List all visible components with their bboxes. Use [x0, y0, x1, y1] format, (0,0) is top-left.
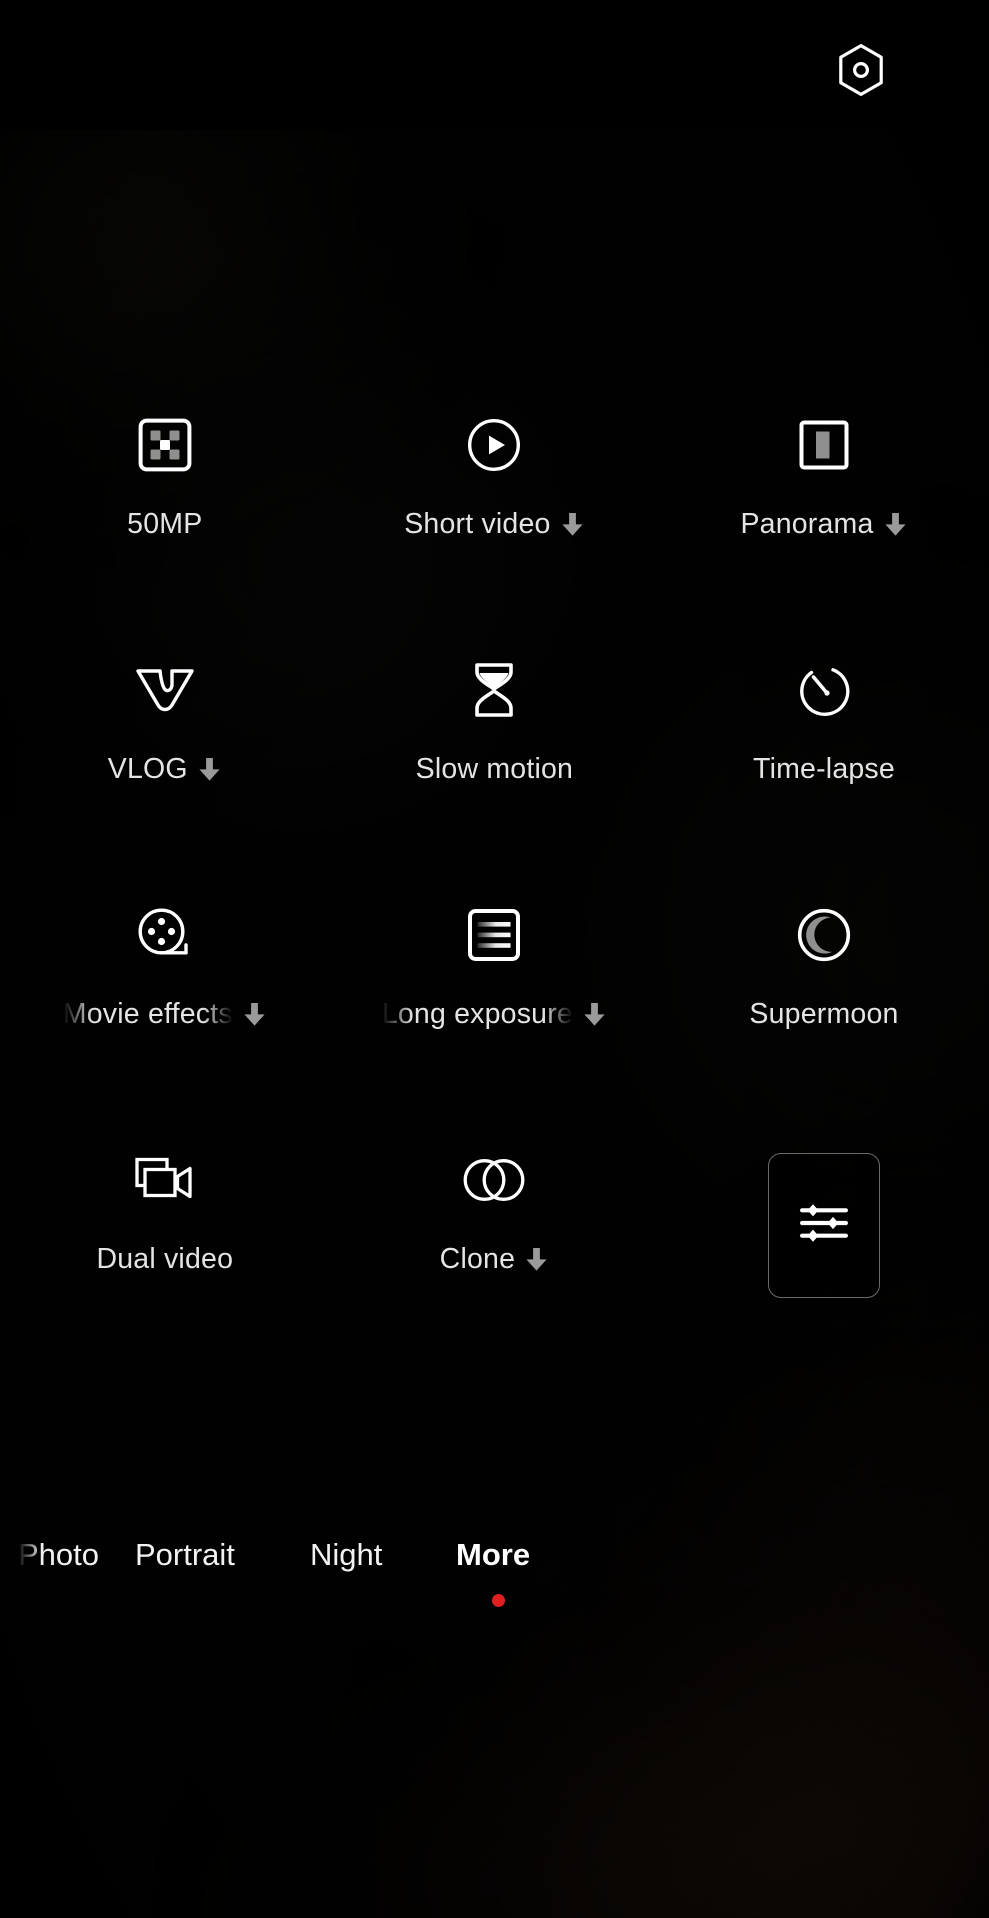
download-arrow-icon	[560, 511, 585, 538]
download-arrow-icon	[524, 1246, 549, 1273]
stopwatch-icon	[791, 657, 857, 723]
mode-row: VLOG Slow motion Time-lapse	[0, 635, 989, 880]
mode-tab-night[interactable]: Night	[310, 1525, 382, 1585]
camera-mode-grid: 50MP Short video Panorama VLOG Slow moti…	[0, 390, 989, 1370]
dual-camcorder-icon	[132, 1147, 198, 1213]
mode-item-50mp[interactable]: 50MP	[0, 390, 330, 635]
mode-row: 50MP Short video Panorama	[0, 390, 989, 635]
mode-label: Long exposure	[381, 998, 573, 1030]
mode-item-time-lapse[interactable]: Time-lapse	[659, 635, 989, 880]
mode-row: Movie effects Long exposure Supermoon	[0, 880, 989, 1125]
mode-label: Supermoon	[749, 998, 899, 1030]
crescent-moon-icon	[791, 902, 857, 968]
download-arrow-icon	[242, 1001, 267, 1028]
download-arrow-icon	[883, 511, 908, 538]
overlapping-circles-icon	[461, 1147, 527, 1213]
mode-settings-button[interactable]	[767, 1153, 880, 1298]
mode-label: Slow motion	[415, 753, 574, 785]
mode-tab-more[interactable]: More	[456, 1525, 530, 1585]
mode-item-panorama[interactable]: Panorama	[659, 390, 989, 635]
mode-item-short-video[interactable]: Short video	[330, 390, 660, 635]
mode-label: Movie effects	[62, 998, 233, 1030]
mode-item-long-exposure[interactable]: Long exposure	[330, 880, 660, 1125]
play-circle-icon	[461, 412, 527, 478]
mode-item-movie-effects[interactable]: Movie effects	[0, 880, 330, 1125]
vlog-v-icon	[132, 657, 198, 723]
settings-button[interactable]	[826, 37, 896, 107]
mode-item-dual-video[interactable]: Dual video	[0, 1125, 330, 1370]
long-exposure-icon	[461, 902, 527, 968]
hourglass-icon	[461, 657, 527, 723]
mode-label: Short video	[404, 508, 551, 540]
mode-label: Time-lapse	[753, 753, 895, 785]
mode-settings-cell	[659, 1125, 989, 1370]
mode-label: 50MP	[127, 508, 203, 540]
mode-label: Panorama	[740, 508, 874, 540]
mode-tab-photo[interactable]: Photo	[18, 1525, 99, 1585]
download-arrow-icon	[582, 1001, 607, 1028]
film-reel-icon	[132, 902, 198, 968]
mode-label: Clone	[439, 1243, 516, 1275]
sliders-icon	[796, 1200, 852, 1251]
panorama-frame-icon	[791, 412, 857, 478]
mode-label: VLOG	[107, 753, 188, 785]
hexagon-settings-icon	[837, 43, 885, 102]
download-arrow-icon	[197, 756, 222, 783]
mode-item-vlog[interactable]: VLOG	[0, 635, 330, 880]
high-res-grid-icon	[132, 412, 198, 478]
mode-item-supermoon[interactable]: Supermoon	[659, 880, 989, 1125]
mode-label: Dual video	[96, 1243, 234, 1275]
mode-tab-portrait[interactable]: Portrait	[135, 1525, 235, 1585]
active-mode-indicator-dot	[492, 1594, 505, 1607]
mode-item-clone[interactable]: Clone	[330, 1125, 660, 1370]
mode-item-slow-motion[interactable]: Slow motion	[330, 635, 660, 880]
top-toolbar	[0, 0, 989, 130]
mode-row: Dual video Clone	[0, 1125, 989, 1370]
